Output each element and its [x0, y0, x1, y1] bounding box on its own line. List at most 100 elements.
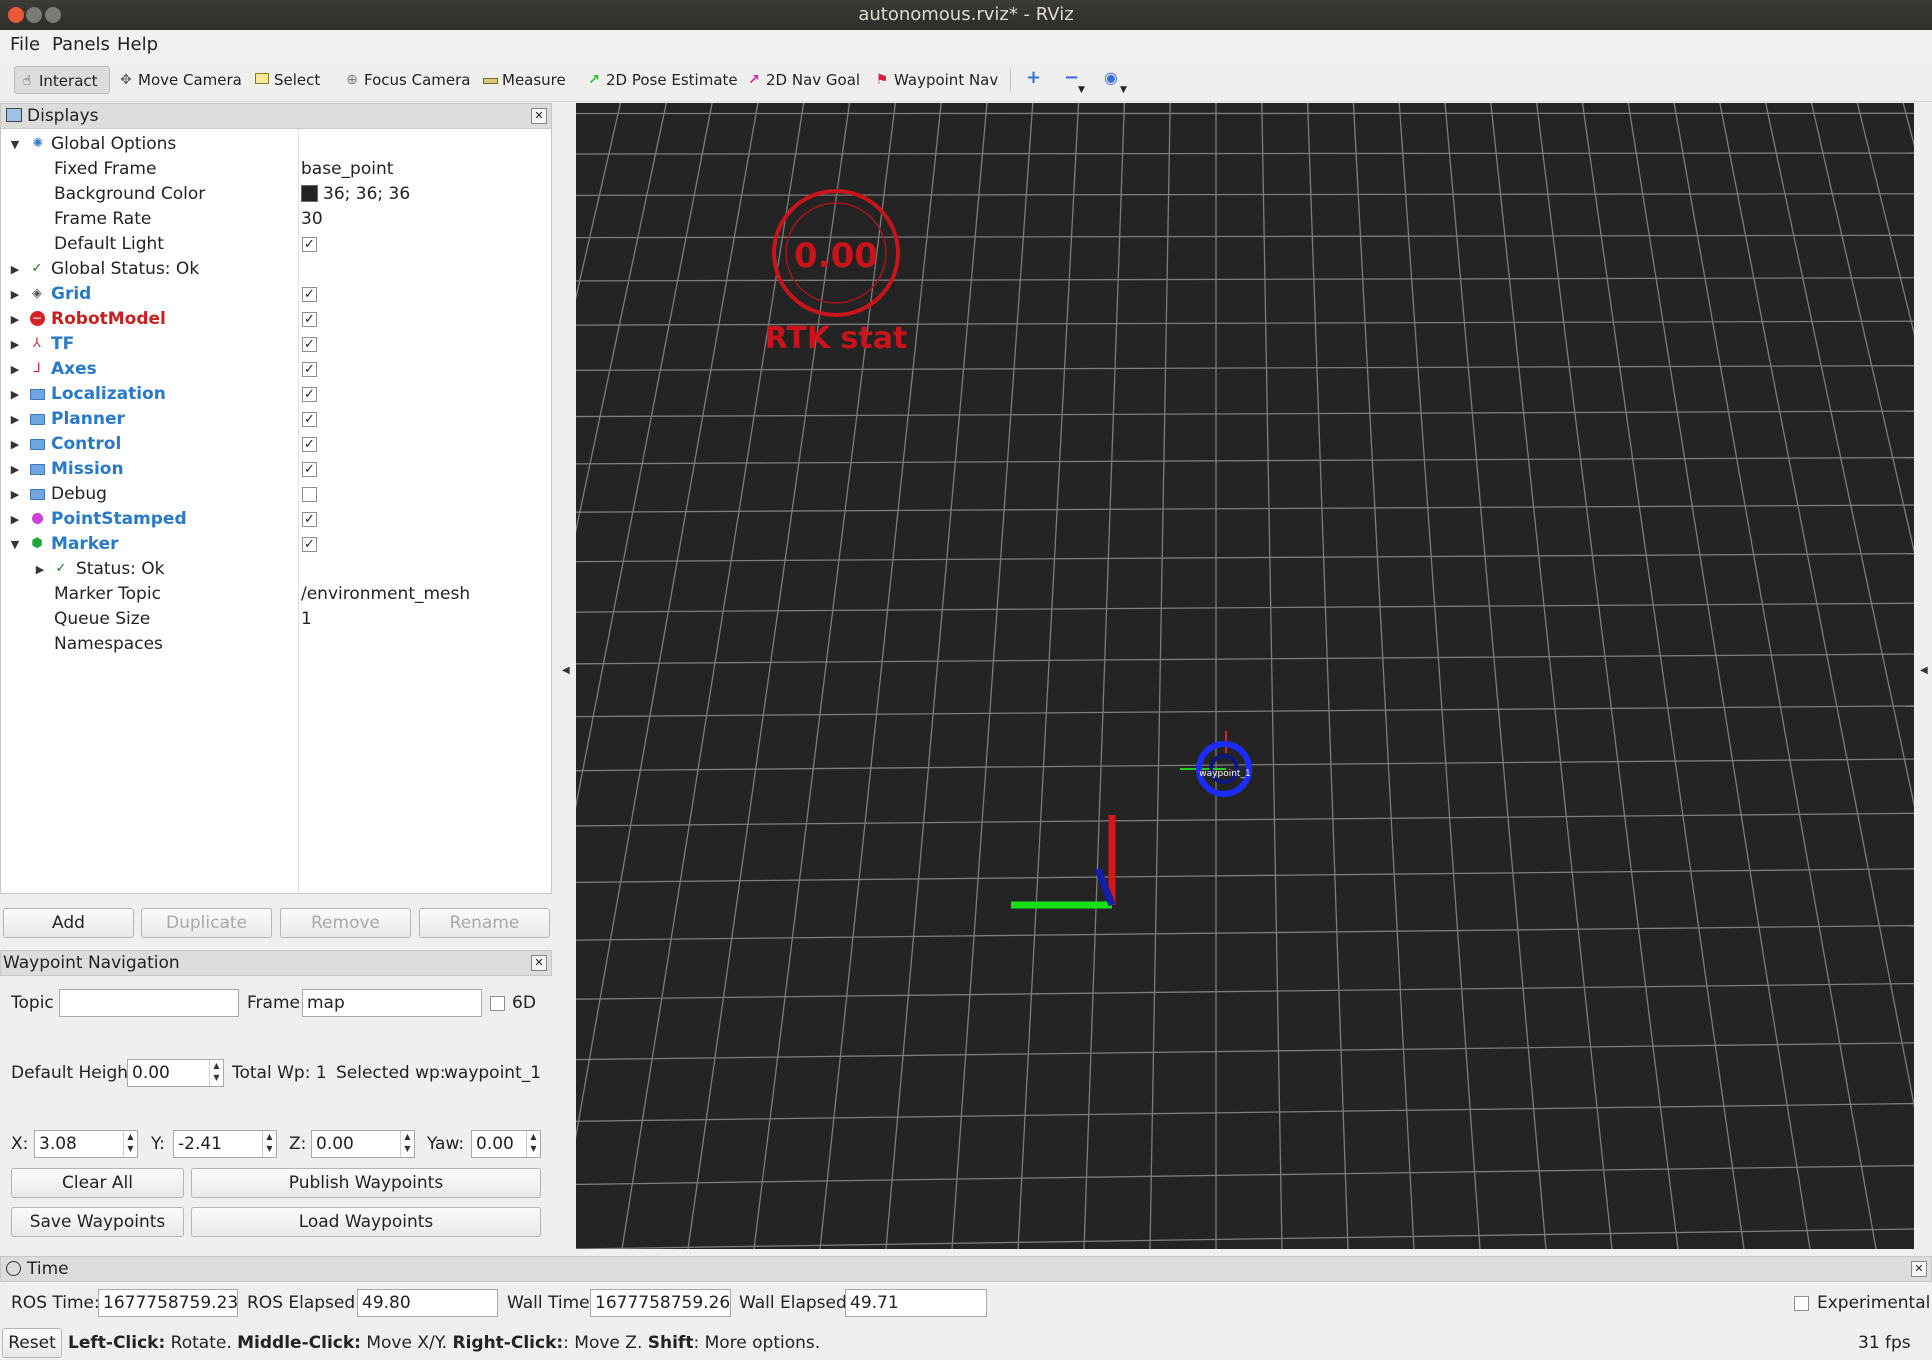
reset-button[interactable]: Reset [2, 1328, 62, 1358]
view-eye-icon[interactable]: ◉ ▼ [1104, 68, 1130, 95]
spin-arrows-icon[interactable]: ▲ ▼ [123, 1131, 137, 1157]
rename-display-button[interactable]: Rename [419, 908, 550, 938]
tool-measure[interactable]: Measure [478, 66, 566, 94]
grid-checkbox[interactable]: ✓ [302, 287, 317, 302]
tool-move-camera[interactable]: ✥ Move Camera [114, 66, 242, 94]
queue-size-value[interactable]: 1 [301, 607, 312, 632]
tree-row-planner[interactable]: ▶ Planner ✓ [1, 407, 551, 432]
collapsed-arrow-icon[interactable]: ▶ [34, 557, 46, 582]
collapsed-arrow-icon[interactable]: ▶ [9, 507, 21, 532]
debug-checkbox[interactable] [302, 487, 317, 502]
tree-row-default-light[interactable]: Default Light ✓ [1, 232, 551, 257]
publish-waypoints-button[interactable]: Publish Waypoints [191, 1168, 541, 1198]
x-spinbox[interactable]: 3.08 ▲ ▼ [34, 1130, 138, 1158]
tree-row-debug[interactable]: ▶ Debug [1, 482, 551, 507]
tool-waypoint-nav[interactable]: ⚑ Waypoint Nav [870, 66, 999, 94]
menu-help[interactable]: Help [117, 34, 158, 55]
tree-row-mission[interactable]: ▶ Mission ✓ [1, 457, 551, 482]
spin-arrows-icon[interactable]: ▲ ▼ [209, 1060, 223, 1086]
localization-checkbox[interactable]: ✓ [302, 387, 317, 402]
collapsed-arrow-icon[interactable]: ▶ [9, 307, 21, 332]
collapsed-arrow-icon[interactable]: ▶ [9, 282, 21, 307]
tree-row-axes[interactable]: ▶ ⅃ Axes ✓ [1, 357, 551, 382]
planner-checkbox[interactable]: ✓ [302, 412, 317, 427]
ros-time-field[interactable]: 1677758759.23 [98, 1289, 238, 1317]
tool-2d-pose-estimate[interactable]: ↗ 2D Pose Estimate [582, 66, 738, 94]
tree-row-global-status[interactable]: ▶ ✓ Global Status: Ok [1, 257, 551, 282]
wall-time-field[interactable]: 1677758759.26 [590, 1289, 731, 1317]
pointstamped-checkbox[interactable]: ✓ [302, 512, 317, 527]
ros-elapsed-field[interactable]: 49.80 [357, 1289, 498, 1317]
tree-row-marker-topic[interactable]: Marker Topic /environment_mesh [1, 582, 551, 607]
close-panel-icon[interactable]: ✕ [531, 955, 547, 971]
expanded-arrow-icon[interactable]: ▼ [9, 132, 21, 157]
close-window-icon[interactable] [8, 7, 24, 23]
spin-arrows-icon[interactable]: ▲ ▼ [262, 1131, 276, 1157]
tree-row-background-color[interactable]: Background Color 36; 36; 36 [1, 182, 551, 207]
3d-viewport[interactable]: 0.00 RTK stat waypoint_1 [576, 103, 1914, 1249]
menu-file[interactable]: File [10, 34, 40, 55]
6d-checkbox[interactable] [490, 996, 505, 1011]
load-waypoints-button[interactable]: Load Waypoints [191, 1207, 541, 1237]
collapsed-arrow-icon[interactable]: ▶ [9, 457, 21, 482]
collapsed-arrow-icon[interactable]: ▶ [9, 357, 21, 382]
left-splitter[interactable]: ◀ [556, 103, 574, 1249]
tree-row-fixed-frame[interactable]: Fixed Frame base_point [1, 157, 551, 182]
z-spinbox[interactable]: 0.00 ▲ ▼ [311, 1130, 415, 1158]
remove-tool-icon[interactable]: − ▼ [1064, 68, 1088, 96]
wall-elapsed-field[interactable]: 49.71 [845, 1289, 987, 1317]
experimental-checkbox[interactable] [1794, 1296, 1809, 1311]
remove-display-button[interactable]: Remove [280, 908, 411, 938]
robotmodel-checkbox[interactable]: ✓ [302, 312, 317, 327]
fixed-frame-value[interactable]: base_point [301, 157, 393, 182]
tree-row-marker-status[interactable]: ▶ ✓ Status: Ok [1, 557, 551, 582]
collapsed-arrow-icon[interactable]: ▶ [9, 407, 21, 432]
mission-checkbox[interactable]: ✓ [302, 462, 317, 477]
tool-focus-camera[interactable]: ⊕ Focus Camera [340, 66, 470, 94]
tree-row-localization[interactable]: ▶ Localization ✓ [1, 382, 551, 407]
tree-row-namespaces[interactable]: Namespaces [1, 632, 551, 657]
tf-checkbox[interactable]: ✓ [302, 337, 317, 352]
collapsed-arrow-icon[interactable]: ▶ [9, 332, 21, 357]
close-panel-icon[interactable]: ✕ [1911, 1261, 1927, 1277]
close-panel-icon[interactable]: ✕ [531, 108, 547, 124]
marker-topic-value[interactable]: /environment_mesh [301, 582, 470, 607]
collapsed-arrow-icon[interactable]: ▶ [9, 382, 21, 407]
tool-interact[interactable]: ☝ Interact [14, 66, 110, 94]
tree-row-grid[interactable]: ▶ ◈ Grid ✓ [1, 282, 551, 307]
default-height-spinbox[interactable]: 0.00 ▲ ▼ [127, 1059, 224, 1087]
collapsed-arrow-icon[interactable]: ▶ [9, 257, 21, 282]
collapsed-arrow-icon[interactable]: ▶ [9, 432, 21, 457]
minimize-window-icon[interactable] [26, 7, 42, 23]
waypoint-marker[interactable]: waypoint_1 [1180, 731, 1252, 797]
tool-select[interactable]: Select [250, 66, 320, 94]
add-tool-icon[interactable]: + [1026, 68, 1044, 88]
spin-arrows-icon[interactable]: ▲ ▼ [400, 1131, 414, 1157]
tool-2d-nav-goal[interactable]: ↗ 2D Nav Goal [742, 66, 860, 94]
expanded-arrow-icon[interactable]: ▼ [9, 532, 21, 557]
default-light-checkbox[interactable]: ✓ [302, 237, 317, 252]
frame-input[interactable]: map [302, 989, 482, 1017]
tree-row-frame-rate[interactable]: Frame Rate 30 [1, 207, 551, 232]
clear-all-button[interactable]: Clear All [11, 1168, 184, 1198]
tree-row-pointstamped[interactable]: ▶ PointStamped ✓ [1, 507, 551, 532]
axes-checkbox[interactable]: ✓ [302, 362, 317, 377]
tree-row-marker[interactable]: ▼ ⬢ Marker ✓ [1, 532, 551, 557]
right-splitter[interactable]: ◀ [1916, 103, 1932, 1249]
spin-arrows-icon[interactable]: ▲ ▼ [526, 1131, 540, 1157]
frame-rate-value[interactable]: 30 [301, 207, 323, 232]
y-spinbox[interactable]: -2.41 ▲ ▼ [173, 1130, 277, 1158]
topic-input[interactable] [59, 989, 239, 1017]
tree-row-global-options[interactable]: ▼ ✺ Global Options [1, 132, 551, 157]
collapsed-arrow-icon[interactable]: ▶ [9, 482, 21, 507]
control-checkbox[interactable]: ✓ [302, 437, 317, 452]
marker-checkbox[interactable]: ✓ [302, 537, 317, 552]
save-waypoints-button[interactable]: Save Waypoints [11, 1207, 184, 1237]
duplicate-display-button[interactable]: Duplicate [141, 908, 272, 938]
maximize-window-icon[interactable] [45, 7, 61, 23]
add-display-button[interactable]: Add [3, 908, 134, 938]
tree-row-queue-size[interactable]: Queue Size 1 [1, 607, 551, 632]
tree-row-control[interactable]: ▶ Control ✓ [1, 432, 551, 457]
tree-row-robotmodel[interactable]: ▶ − RobotModel ✓ [1, 307, 551, 332]
tree-row-tf[interactable]: ▶ ⅄ TF ✓ [1, 332, 551, 357]
